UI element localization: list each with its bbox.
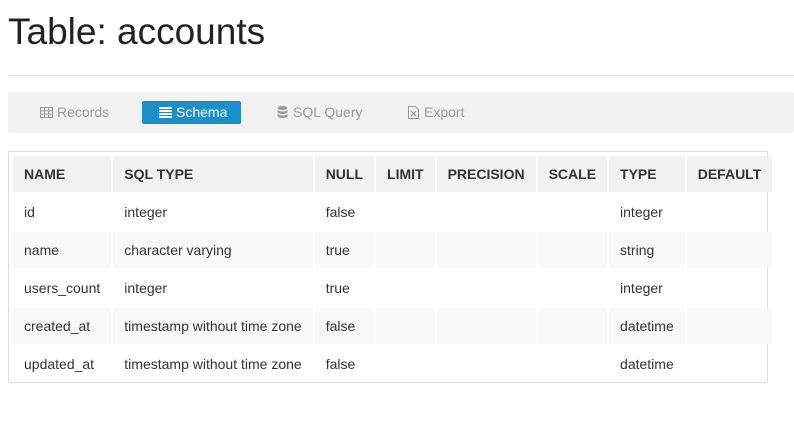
tab-sql-query[interactable]: SQL Query [275,101,363,124]
cell-null: false [314,308,375,344]
tab-records[interactable]: Records [39,101,109,124]
cell-scale [537,232,608,268]
table-row: users_count integer true integer [13,270,772,306]
tab-sql-query-label: SQL Query [293,104,363,120]
tab-export[interactable]: Export [406,101,464,124]
tab-bar: Records Schema SQL Query Export [8,92,794,133]
column-header-limit: LIMIT [376,156,435,192]
cell-sql-type: integer [124,204,168,220]
cell-sql-type: timestamp without time zone [113,308,313,344]
cell-name: updated_at [24,356,95,372]
cell-name: id [24,204,35,220]
column-header-type: TYPE [609,156,685,192]
list-icon [158,106,172,120]
cell-sql-type: integer [124,280,168,296]
column-header-scale: SCALE [537,156,608,192]
title-divider [8,75,794,76]
column-header-default: DEFAULT [686,156,773,192]
cell-default [687,346,773,382]
cell-limit [376,308,435,344]
column-header-name: NAME [13,156,112,192]
cell-default [686,308,773,344]
tab-records-label: Records [57,104,110,120]
table-row: id integer false integer [13,194,772,230]
cell-precision [436,232,536,268]
tab-schema-label: Schema [176,104,228,120]
cell-limit [376,232,435,268]
cell-precision [437,270,536,306]
cell-scale [538,270,607,306]
column-header-null: NULL [314,156,375,192]
column-header-sql-type: SQL TYPE [113,156,313,192]
tab-schema[interactable]: Schema [142,101,242,124]
cell-limit [376,346,435,382]
tab-export-label: Export [424,104,465,120]
schema-table: NAME SQL TYPE NULL LIMIT PRECISION SCALE… [11,154,774,384]
cell-null: false [325,356,356,372]
cell-type: string [609,232,685,268]
database-icon [275,106,289,120]
cell-scale [538,194,607,230]
column-header-precision: PRECISION [436,156,536,192]
cell-limit [376,270,435,306]
cell-scale [538,346,607,382]
cell-name: created_at [13,308,112,344]
table-header-row: NAME SQL TYPE NULL LIMIT PRECISION SCALE… [13,156,773,192]
excel-file-icon [406,106,420,120]
table-grid-icon [39,106,53,120]
cell-name: users_count [24,280,101,296]
schema-table-container: NAME SQL TYPE NULL LIMIT PRECISION SCALE… [8,151,773,383]
cell-limit [376,194,435,230]
table-row: name character varying true string [13,232,773,268]
cell-type: datetime [620,356,674,372]
cell-precision [437,346,536,382]
cell-name: name [13,232,112,268]
cell-null: false [325,204,356,220]
cell-precision [437,194,536,230]
cell-scale [537,308,608,344]
page-title: Table: accounts [8,11,266,52]
cell-default [687,270,773,306]
cell-null: true [314,232,375,268]
cell-type: integer [620,204,663,220]
cell-type: datetime [609,308,685,344]
cell-default [687,194,773,230]
cell-null: true [325,280,350,296]
table-row: updated_at timestamp without time zone f… [13,346,772,382]
cell-type: integer [620,280,663,296]
cell-sql-type: character varying [113,232,313,268]
cell-precision [436,308,536,344]
cell-default [686,232,773,268]
table-row: created_at timestamp without time zone f… [13,308,773,344]
cell-sql-type: timestamp without time zone [124,356,302,372]
